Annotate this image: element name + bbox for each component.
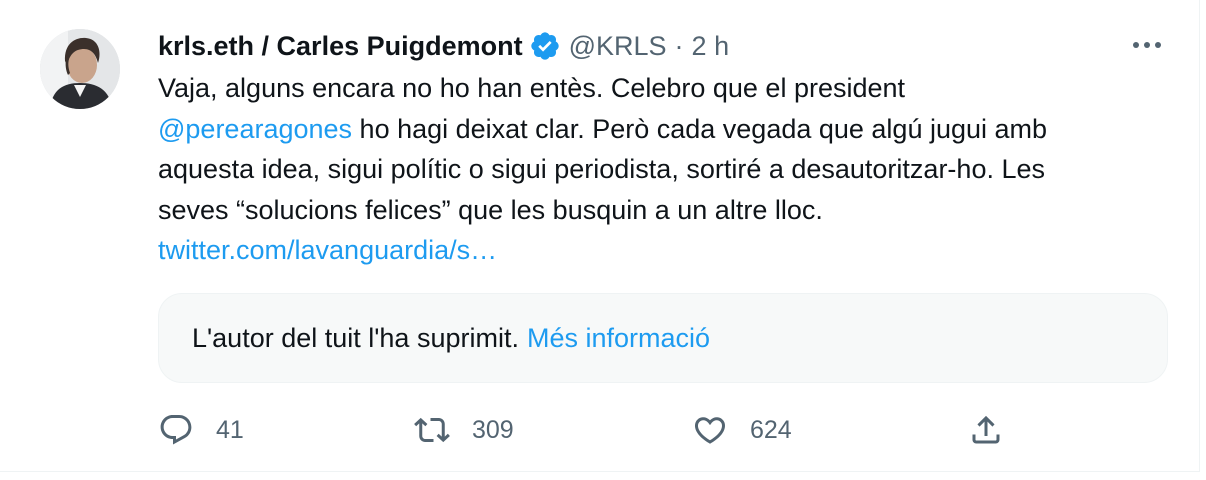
avatar[interactable] xyxy=(40,29,120,109)
like-icon xyxy=(694,417,726,444)
more-options-icon xyxy=(1133,42,1161,48)
more-info-link[interactable]: Més informació xyxy=(527,323,710,354)
tweet-text-line: Vaja, alguns encara no ho han entès. Cel… xyxy=(158,73,906,103)
deleted-quote-box: L'autor del tuit l'ha suprimit. Més info… xyxy=(158,293,1168,383)
tweet-text-line: @perearagones ho hagi deixat clar. Però … xyxy=(158,109,1158,150)
tweet-card[interactable]: krls.eth / Carles Puigdemont @KRLS · 2 h… xyxy=(0,0,1200,472)
like-count: 624 xyxy=(750,415,792,444)
tweet-header: krls.eth / Carles Puigdemont @KRLS · 2 h xyxy=(158,27,729,65)
share-icon xyxy=(972,415,1000,444)
avatar-image xyxy=(40,29,120,109)
action-bar: 41 309 624 xyxy=(158,406,1018,454)
display-name[interactable]: krls.eth / Carles Puigdemont xyxy=(158,31,523,62)
retweet-button[interactable]: 309 xyxy=(414,406,514,454)
handle[interactable]: @KRLS xyxy=(569,31,667,62)
tweet-text-line: aquesta idea, sigui polític o sigui peri… xyxy=(158,154,1045,184)
retweet-count: 309 xyxy=(472,415,514,444)
tweet-text-line: seves “solucions felices” que les busqui… xyxy=(158,194,823,225)
reply-count: 41 xyxy=(216,415,244,444)
timestamp[interactable]: 2 h xyxy=(692,31,730,62)
tweet-text: Vaja, alguns encara no ho han entès. Cel… xyxy=(158,68,1158,271)
url-link[interactable]: twitter.com/lavanguardia/s… xyxy=(158,230,1158,271)
retweet-icon xyxy=(414,417,450,443)
share-button[interactable] xyxy=(968,406,1004,454)
mention-link[interactable]: @perearagones xyxy=(158,114,352,144)
deleted-tweet-notice: L'autor del tuit l'ha suprimit. xyxy=(192,322,519,353)
like-button[interactable]: 624 xyxy=(692,406,792,454)
more-options-button[interactable] xyxy=(1127,30,1167,60)
verified-badge-icon xyxy=(530,32,559,60)
tweet-text-fragment: ho hagi deixat clar. Però cada vegada qu… xyxy=(352,113,1048,144)
reply-icon xyxy=(160,415,192,445)
separator-dot: · xyxy=(674,30,684,61)
reply-button[interactable]: 41 xyxy=(158,406,244,454)
